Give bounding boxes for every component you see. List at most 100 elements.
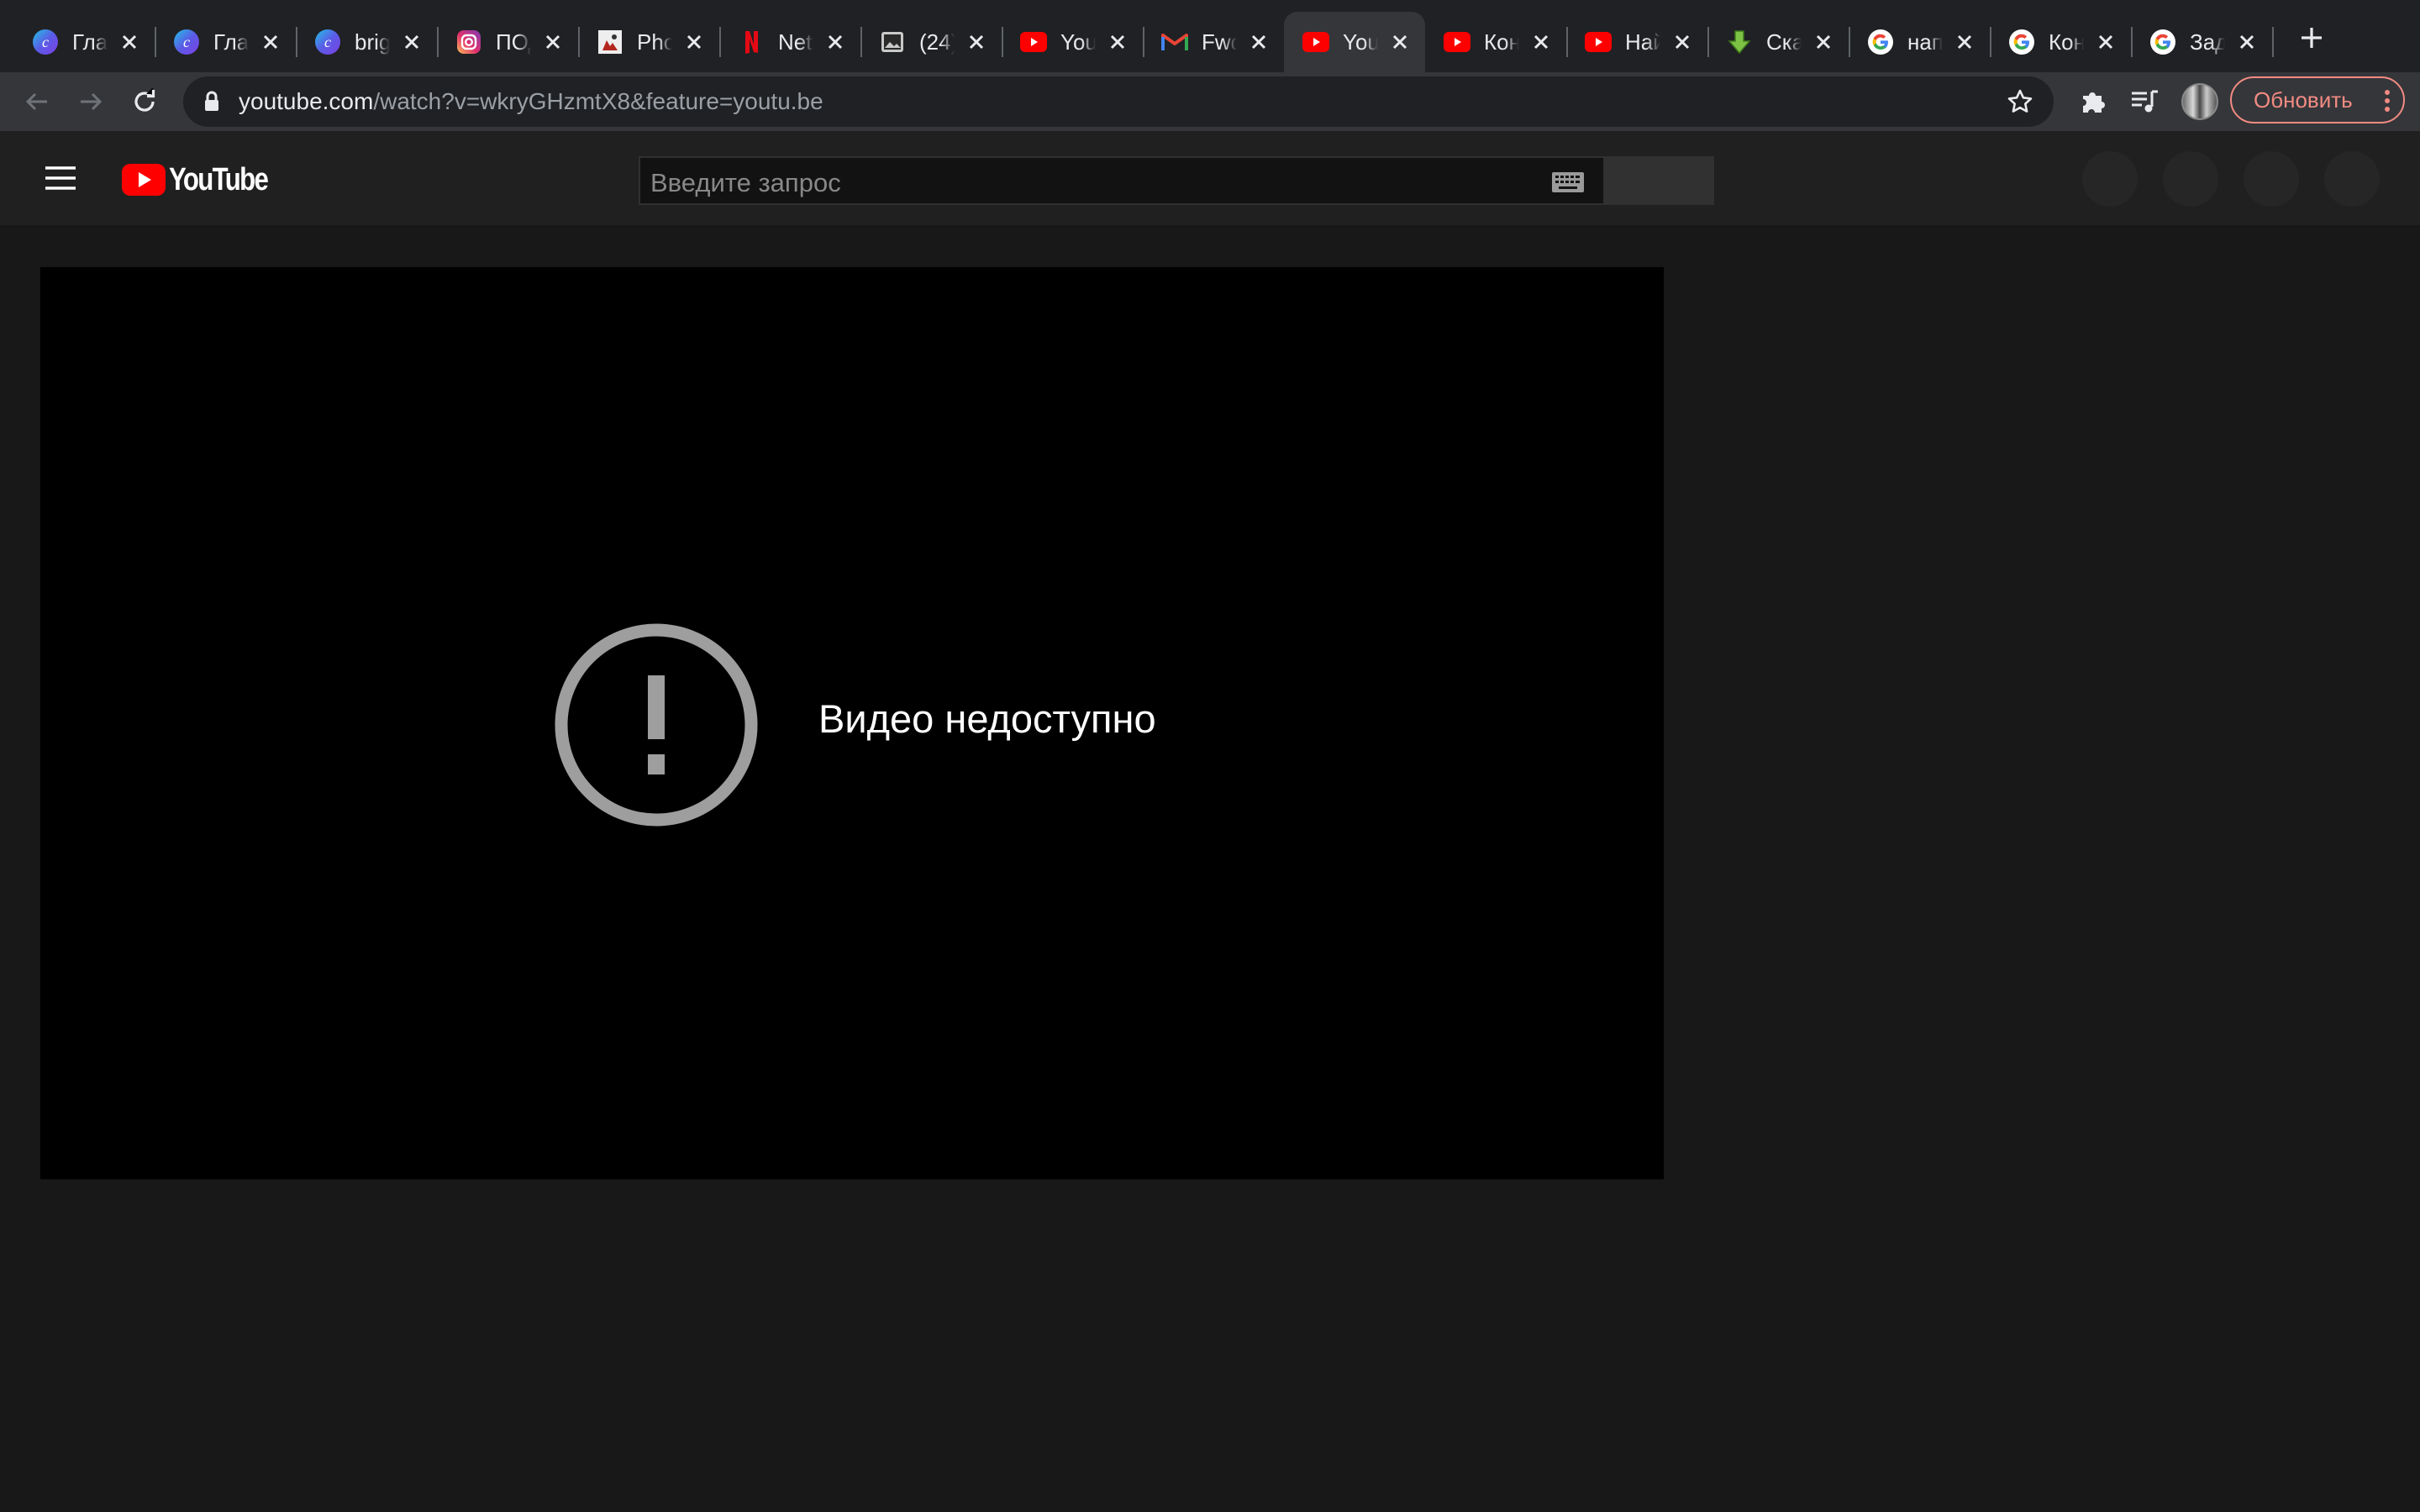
youtube-icon [1302,29,1329,55]
tab-close-icon[interactable] [1670,30,1694,54]
canva-c-icon: c [173,29,200,55]
menu-hamburger-icon[interactable] [44,165,77,192]
video-unavailable-message: Видео недоступно [818,696,1156,741]
browser-tab[interactable]: Fwd [1143,12,1284,72]
extensions-button[interactable] [2077,87,2107,117]
google-icon [2008,29,2035,55]
tab-close-icon[interactable] [1812,30,1835,54]
tab-close-icon[interactable] [400,30,424,54]
reload-button[interactable] [126,83,163,120]
browser-tab[interactable]: ПОДПИСКА [437,12,580,72]
tab-title: YouTube [1343,29,1378,55]
browser-tab[interactable]: YouTube [1284,12,1425,72]
download-arrow-icon [1726,29,1753,55]
svg-text:c: c [183,34,190,50]
profile-avatar[interactable] [2181,83,2218,120]
browser-tab[interactable]: Конференция [1425,12,1568,72]
tab-title: Найти [1625,29,1660,55]
masthead-placeholder-button-2[interactable] [2163,151,2218,207]
tab-title: Photos [637,29,672,55]
search-placeholder: Введите запрос [650,168,841,197]
browser-tab[interactable]: Найти [1566,12,1709,72]
arrow-left-icon [25,92,47,111]
url-host: youtube.com [239,88,374,114]
browser-tab[interactable]: (24) [860,12,1003,72]
tab-close-icon[interactable] [1247,30,1270,54]
puzzle-icon [2083,92,2105,113]
youtube-icon [1020,29,1047,55]
tab-title: (24) [919,29,955,55]
address-url[interactable]: youtube.com/watch?v=wkryGHzmtX8&feature=… [239,88,823,115]
photo-icon [597,29,623,55]
browser-tab[interactable]: Скачать [1707,12,1850,72]
canva-c-icon: c [314,29,341,55]
tab-title: Главная [213,29,249,55]
browser-tab[interactable]: Задать [2131,12,2274,72]
browser-tab[interactable]: Конвертер [1990,12,2133,72]
plus-icon [2302,28,2322,48]
youtube-logo[interactable]: YouTube [122,161,289,197]
tab-close-icon[interactable] [682,30,706,54]
tab-title: Задать [2190,29,2225,55]
tab-close-icon[interactable] [1106,30,1129,54]
youtube-logo-text: YouTube [169,161,269,197]
youtube-play-logo-icon [122,164,166,196]
svg-text:c: c [324,34,331,50]
image-icon [879,29,906,55]
keyboard-icon[interactable] [1551,171,1585,193]
arrow-right-icon [81,92,103,111]
browser-tab[interactable]: Photos [578,12,721,72]
browser-tab-strip: c Главная c Главная c brightness ПОДПИСКА Photo… [0,0,2420,72]
browser-tab[interactable]: YouTube [1002,12,1144,72]
tab-title: brightness [355,29,390,55]
search-input[interactable]: Введите запрос [639,156,1605,205]
tab-close-icon[interactable] [965,30,988,54]
netflix-icon [738,29,765,55]
forward-button[interactable] [72,83,109,120]
canva-c-icon: c [32,29,59,55]
url-path: /watch?v=wkryGHzmtX8&feature=youtu.be [373,88,823,114]
media-control-button[interactable] [2129,87,2160,117]
tab-title: Скачать [1766,29,1802,55]
instagram-icon [455,29,482,55]
tab-title: Конвертер [2049,29,2084,55]
tab-close-icon[interactable] [118,30,141,54]
search-button[interactable] [1605,156,1714,205]
reload-icon [134,88,155,112]
tab-close-icon[interactable] [1953,30,1976,54]
tab-title: Главная [72,29,108,55]
tab-title: Конференция [1484,29,1519,55]
browser-tab[interactable]: c Главная [13,12,156,72]
browser-tab[interactable]: Netflix [719,12,862,72]
browser-tab[interactable]: c brightness [296,12,439,72]
new-tab-button[interactable] [2294,20,2329,55]
tab-close-icon[interactable] [2094,30,2118,54]
browser-tab[interactable]: написать [1849,12,1991,72]
tab-title: ПОДПИСКА [496,29,531,55]
masthead-placeholder-button-3[interactable] [2244,151,2299,207]
tab-close-icon[interactable] [259,30,282,54]
browser-tab[interactable]: c Главная [155,12,297,72]
youtube-icon [1444,29,1470,55]
youtube-icon [1585,29,1612,55]
gmail-icon [1161,29,1188,55]
tab-separator [2272,27,2274,57]
google-icon [1867,29,1894,55]
masthead-placeholder-button-1[interactable] [2082,151,2138,207]
back-button[interactable] [18,83,55,120]
tab-close-icon[interactable] [1529,30,1553,54]
video-player[interactable]: Видео недоступно [40,267,1664,1179]
tab-close-icon[interactable] [823,30,847,54]
tab-close-icon[interactable] [1388,30,1412,54]
update-button-label: Обновить [2254,87,2353,113]
playlist-music-icon [2132,90,2158,113]
tab-close-icon[interactable] [2235,30,2259,54]
update-browser-button[interactable]: Обновить [2230,76,2405,123]
masthead-placeholder-avatar[interactable] [2324,151,2380,207]
youtube-masthead: YouTube Введите запрос [0,131,2420,225]
bookmark-star-icon[interactable] [2007,88,2033,115]
address-bar[interactable]: youtube.com/watch?v=wkryGHzmtX8&feature=… [183,76,2054,127]
tab-close-icon[interactable] [541,30,565,54]
browser-toolbar: youtube.com/watch?v=wkryGHzmtX8&feature=… [0,72,2420,131]
lock-icon[interactable] [200,90,224,113]
